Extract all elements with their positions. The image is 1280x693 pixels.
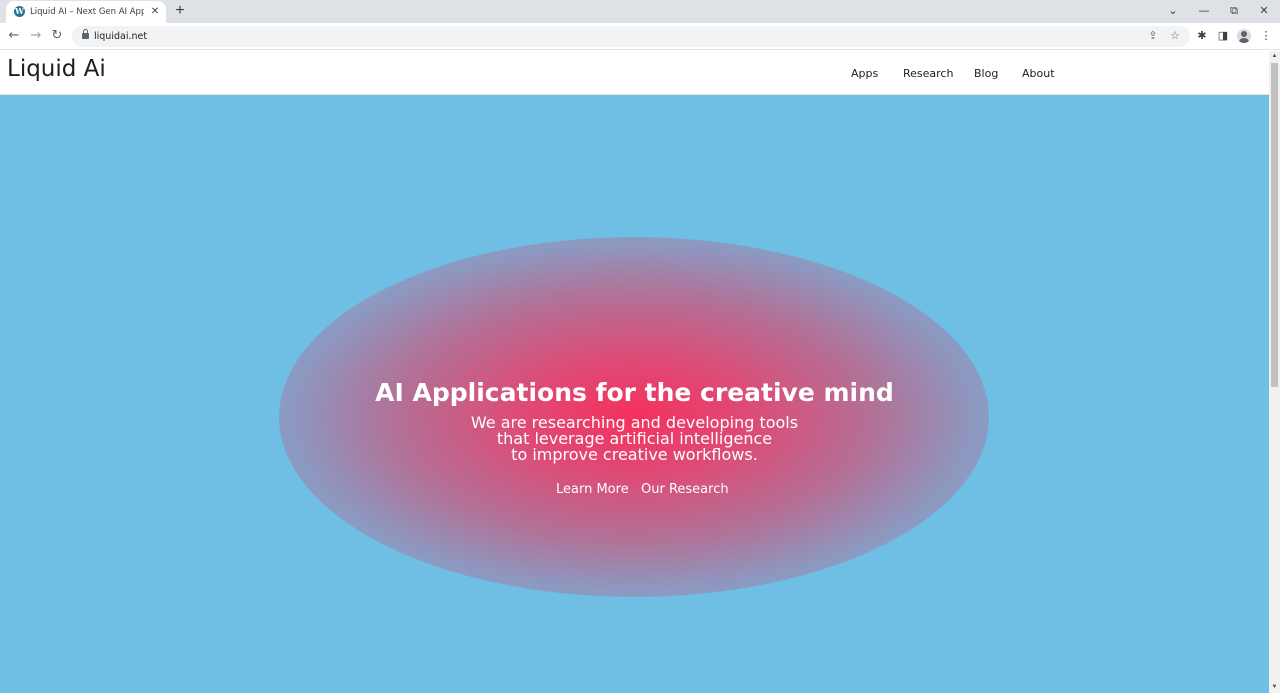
extensions-icon[interactable]: ✱ [1195,28,1209,44]
hero-subtitle-line: to improve creative workflows. [511,445,758,464]
share-icon[interactable]: ⇪ [1146,29,1160,44]
scroll-thumb[interactable] [1271,63,1278,387]
nav-research[interactable]: Research [903,67,953,81]
page-scrollbar[interactable]: ▲ ▼ [1269,51,1280,693]
site-header: Liquid Ai Apps Research Blog About [0,51,1269,95]
new-tab-button[interactable]: + [172,2,188,20]
our-research-link[interactable]: Our Research [641,482,729,498]
hero-title: AI Applications for the creative mind [375,378,894,407]
browser-tab[interactable]: W Liquid AI – Next Gen AI Applications ✕ [6,1,166,23]
nav-apps[interactable]: Apps [851,67,878,81]
close-tab-icon[interactable]: ✕ [150,6,160,18]
tab-strip: W Liquid AI – Next Gen AI Applications ✕… [0,0,1280,23]
browser-toolbar: ← → ↻ liquidai.net ⇪ ☆ ✱ ◨ ⋮ [0,23,1280,50]
scroll-up-arrow[interactable]: ▲ [1269,51,1280,61]
tab-search-icon[interactable]: ⌄ [1163,2,1183,20]
browser-menu-icon[interactable]: ⋮ [1259,28,1273,44]
restore-button[interactable]: ⧉ [1224,2,1244,20]
side-panel-icon[interactable]: ◨ [1216,28,1230,44]
tab-title: Liquid AI – Next Gen AI Applications [30,7,144,17]
close-window-button[interactable]: ✕ [1254,2,1274,20]
site-title[interactable]: Liquid Ai [7,55,106,83]
scroll-down-arrow[interactable]: ▼ [1269,682,1280,692]
learn-more-link[interactable]: Learn More [556,482,629,498]
bookmark-star-icon[interactable]: ☆ [1168,29,1182,44]
back-button[interactable]: ← [6,27,22,45]
forward-button[interactable]: → [28,27,44,45]
address-bar[interactable]: liquidai.net ⇪ ☆ [72,26,1190,47]
profile-avatar-icon[interactable] [1237,29,1251,43]
nav-blog[interactable]: Blog [974,67,998,81]
lock-icon[interactable] [82,29,89,40]
wordpress-icon: W [14,6,25,17]
minimize-button[interactable]: — [1194,2,1214,20]
reload-button[interactable]: ↻ [49,27,65,45]
page-viewport: Liquid Ai Apps Research Blog About AI Ap… [0,51,1269,693]
url-text[interactable]: liquidai.net [94,30,147,43]
hero-section: AI Applications for the creative mind We… [0,95,1269,693]
nav-about[interactable]: About [1022,67,1055,81]
